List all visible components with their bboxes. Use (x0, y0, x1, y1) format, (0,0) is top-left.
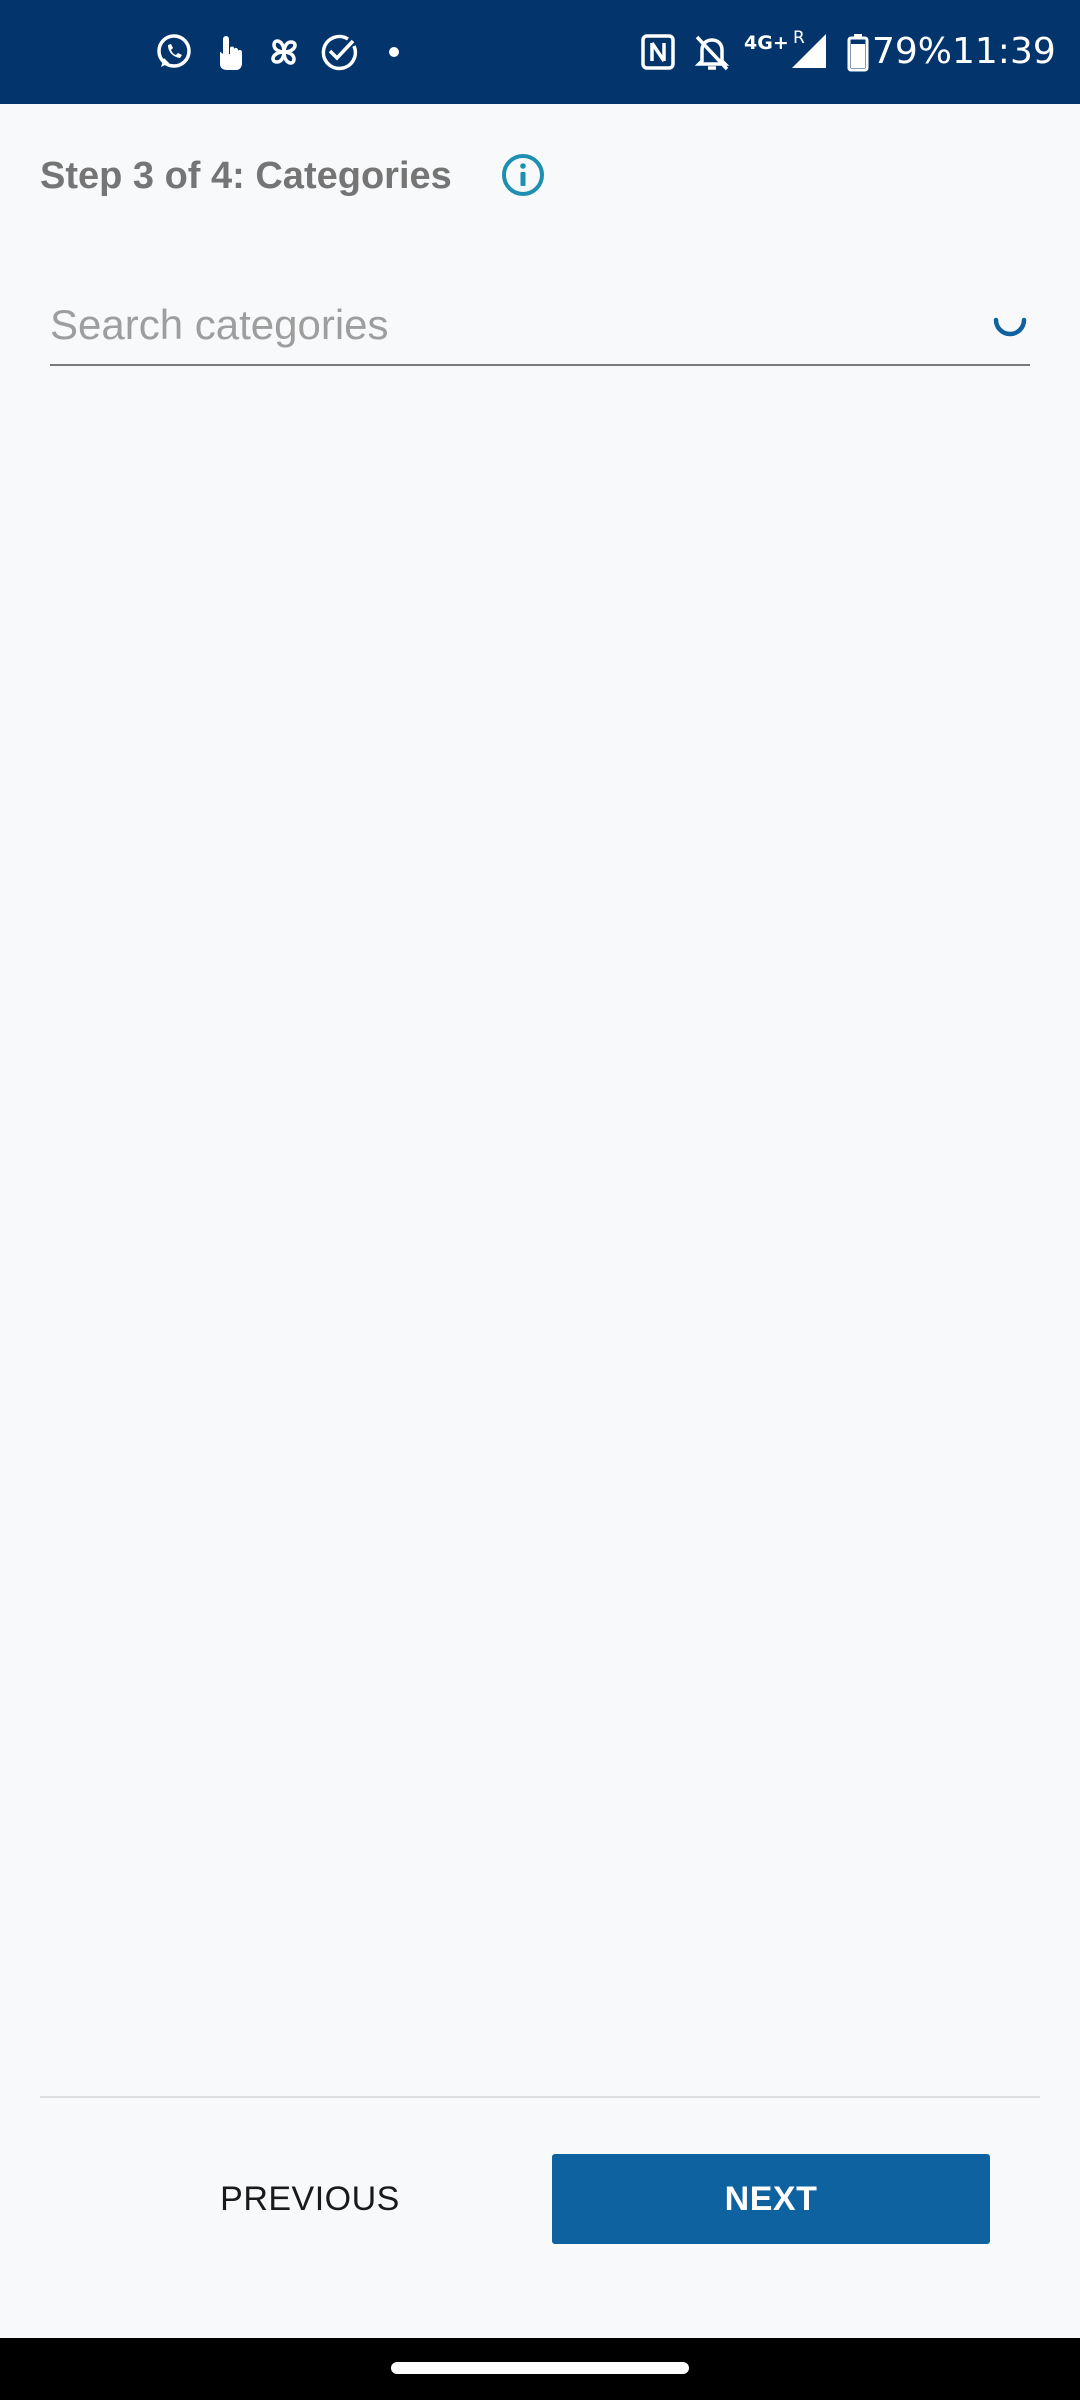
spinner-icon (993, 317, 1027, 337)
search-input[interactable] (50, 290, 950, 360)
search-field[interactable] (50, 290, 1030, 366)
signal-icon (792, 34, 826, 68)
clock: 11:39 (952, 31, 1056, 72)
footer-divider (40, 2096, 1040, 2098)
bell-off-icon (694, 35, 730, 71)
screen: 4G+ R 79% 11:39 Step 3 of 4: Categories … (0, 0, 1080, 2400)
home-indicator[interactable] (391, 2362, 689, 2374)
network-type: 4G+ (744, 32, 789, 54)
battery-percent: 79% (872, 31, 953, 72)
battery-icon (847, 34, 869, 72)
page-title: Step 3 of 4: Categories (40, 155, 452, 197)
dot-icon (389, 47, 399, 57)
navigation-bar (0, 2338, 1080, 2400)
whatsapp-icon (157, 34, 191, 68)
previous-button[interactable]: PREVIOUS (140, 2154, 480, 2244)
next-button[interactable]: NEXT (552, 2154, 990, 2244)
touch-icon (220, 36, 242, 70)
pinwheel-icon (271, 39, 297, 65)
check-circle-icon (321, 34, 358, 71)
nfc-icon (641, 34, 675, 70)
info-icon[interactable] (500, 152, 546, 198)
status-bar: 4G+ R 79% 11:39 (0, 0, 1080, 104)
